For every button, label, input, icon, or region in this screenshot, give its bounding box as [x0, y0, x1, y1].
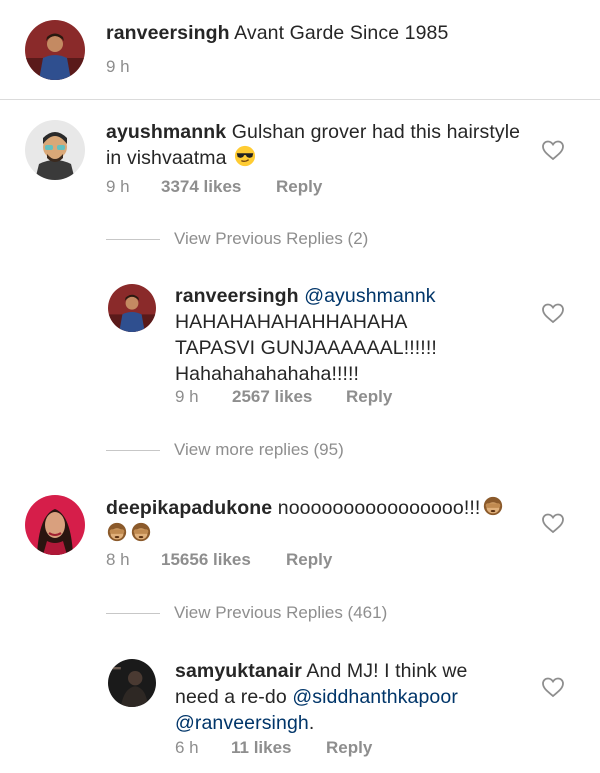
reply-button[interactable]: Reply: [286, 549, 332, 571]
like-heart-icon[interactable]: [541, 139, 565, 161]
see-no-evil-monkey-emoji: [131, 522, 151, 542]
comment-username[interactable]: ayushmannk: [106, 121, 226, 143]
thread-line: [106, 450, 160, 451]
comment-meta: 9 h 3374 likes Reply: [106, 176, 366, 198]
reply-likes[interactable]: 11 likes: [231, 737, 292, 759]
view-more-label[interactable]: View more replies (95): [174, 439, 344, 461]
avatar-ayushmannk[interactable]: [25, 120, 85, 180]
reply-username[interactable]: samyuktanair: [175, 660, 302, 682]
sunglasses-face-emoji: [234, 145, 256, 167]
reply-text: ranveersingh @ayushmannk HAHAHAHAHAHHAHA…: [175, 283, 437, 387]
reply-body-line3: TAPASVI GUNJAAAAAAL!!!!!!: [175, 337, 437, 359]
reply-period: .: [308, 712, 315, 734]
caption-text: ranveersingh Avant Garde Since 1985: [106, 20, 448, 46]
avatar-deepikapadukone[interactable]: [25, 495, 85, 555]
view-previous-replies-button[interactable]: View Previous Replies (461): [106, 602, 426, 624]
comment-meta: 8 h 15656 likes Reply: [106, 549, 366, 571]
thread-line: [106, 613, 160, 614]
comment-body: noooooooooooooooo!!!: [277, 497, 481, 519]
comment-body-line2: in vishvaatma: [106, 147, 227, 169]
mention-link[interactable]: @siddhanthkapoor: [292, 686, 458, 708]
avatar-samyuktanair[interactable]: [108, 659, 156, 707]
like-heart-icon[interactable]: [541, 302, 565, 324]
reply-username[interactable]: ranveersingh: [175, 285, 299, 307]
comment-body: Gulshan grover had this hairstyle: [231, 121, 521, 143]
comment-likes[interactable]: 3374 likes: [161, 176, 241, 198]
caption-time: 9 h: [106, 57, 130, 76]
see-no-evil-monkey-emoji: [484, 496, 503, 516]
view-replies-label[interactable]: View Previous Replies (461): [174, 602, 387, 624]
comment-text: deepikapadukone noooooooooooooooo!!!: [106, 495, 504, 547]
reply-button[interactable]: Reply: [326, 737, 372, 759]
reply-body-line2: need a re-do: [175, 686, 287, 708]
avatar-ranveersingh[interactable]: [25, 20, 85, 80]
reply-meta: 9 h 2567 likes Reply: [175, 386, 435, 408]
comment-time: 8 h: [106, 550, 130, 569]
comment-username[interactable]: deepikapadukone: [106, 497, 272, 519]
reply-meta: 6 h 11 likes Reply: [175, 737, 435, 759]
see-no-evil-monkey-emoji: [107, 522, 127, 542]
reply-text: samyuktanair And MJ! I think we need a r…: [175, 658, 468, 736]
comment-time: 9 h: [106, 177, 130, 196]
reply-body-line1: And MJ! I think we: [306, 660, 468, 682]
reply-button[interactable]: Reply: [276, 176, 322, 198]
comment-likes[interactable]: 15656 likes: [161, 549, 251, 571]
like-heart-icon[interactable]: [541, 676, 565, 698]
view-replies-label[interactable]: View Previous Replies (2): [174, 228, 368, 250]
view-previous-replies-button[interactable]: View Previous Replies (2): [106, 228, 406, 250]
like-heart-icon[interactable]: [541, 512, 565, 534]
view-more-replies-button[interactable]: View more replies (95): [106, 439, 406, 461]
caption-username[interactable]: ranveersingh: [106, 22, 230, 44]
caption-body: Avant Garde Since 1985: [234, 22, 449, 44]
reply-body-line2: HAHAHAHAHAHHAHAHA: [175, 311, 408, 333]
reply-time: 9 h: [175, 387, 199, 406]
thread-line: [106, 239, 160, 240]
reply-button[interactable]: Reply: [346, 386, 392, 408]
reply-likes[interactable]: 2567 likes: [232, 386, 312, 408]
comment-text: ayushmannk Gulshan grover had this hairs…: [106, 119, 520, 171]
mention-link[interactable]: @ranveersingh: [175, 712, 309, 734]
mention-link[interactable]: @ayushmannk: [304, 285, 435, 307]
post-caption: ranveersingh Avant Garde Since 1985 9 h: [0, 0, 600, 100]
reply-body-line4: Hahahahahahaha!!!!!: [175, 363, 360, 385]
avatar-ranveersingh[interactable]: [108, 284, 156, 332]
reply-time: 6 h: [175, 738, 199, 757]
